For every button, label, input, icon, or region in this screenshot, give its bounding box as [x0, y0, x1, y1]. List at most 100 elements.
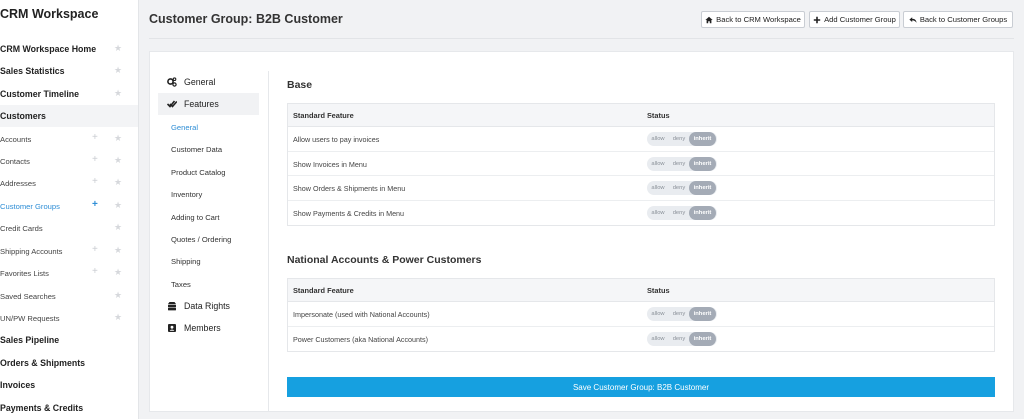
star-icon[interactable]: ★	[114, 133, 122, 144]
sidebar-item-customers[interactable]: Customers	[0, 105, 138, 127]
toggle-allow[interactable]: allow	[647, 336, 669, 342]
status-toggle: allow deny inherit	[647, 307, 717, 321]
nav-data-rights[interactable]: Data Rights	[158, 295, 259, 317]
feature-name: Show Orders & Shipments in Menu	[293, 184, 406, 193]
plus-icon[interactable]: +	[92, 154, 98, 165]
nav-sub-general[interactable]: General	[171, 116, 198, 138]
star-icon[interactable]: ★	[114, 65, 122, 76]
sidebar-item-sales-statistics[interactable]: Sales Statistics ★	[0, 60, 138, 82]
plus-icon[interactable]: +	[92, 266, 98, 277]
table-header: Standard Feature Status	[288, 104, 994, 127]
star-icon[interactable]: ★	[114, 290, 122, 301]
nav-sub-product-catalog[interactable]: Product Catalog	[171, 161, 225, 183]
toggle-allow[interactable]: allow	[647, 136, 669, 142]
sidebar-item-customer-timeline[interactable]: Customer Timeline ★	[0, 83, 138, 105]
nav-divider	[268, 71, 269, 412]
toggle-inherit[interactable]: inherit	[689, 331, 716, 346]
sidebar-item-invoices[interactable]: Invoices	[0, 374, 138, 396]
sidebar-item-label: Addresses	[0, 178, 36, 188]
sidebar-item-label: Shipping Accounts	[0, 246, 63, 256]
sidebar-item-accounts[interactable]: Accounts + ★	[0, 128, 138, 150]
table-header: Standard Feature Status	[288, 279, 994, 302]
feature-name: Allow users to pay invoices	[293, 135, 380, 144]
nav-sub-quotes-ordering[interactable]: Quotes / Ordering	[171, 228, 231, 250]
status-toggle: allow deny inherit	[647, 331, 717, 346]
nav-label: Members	[184, 323, 221, 333]
toggle-allow[interactable]: allow	[647, 210, 669, 216]
star-icon[interactable]: ★	[114, 245, 122, 256]
save-customer-group-button[interactable]: Save Customer Group: B2B Customer	[287, 377, 995, 397]
plus-icon[interactable]: +	[92, 132, 98, 143]
add-customer-group-button[interactable]: Add Customer Group	[809, 11, 900, 28]
sidebar-item-label: Accounts	[0, 134, 32, 144]
back-to-crm-workspace-button[interactable]: Back to CRM Workspace	[701, 11, 805, 28]
sidebar-item-crm-workspace-home[interactable]: CRM Workspace Home ★	[0, 38, 138, 60]
star-icon[interactable]: ★	[114, 177, 122, 188]
nav-sub-taxes[interactable]: Taxes	[171, 273, 191, 295]
sidebar-item-customer-groups[interactable]: Customer Groups + ★	[0, 195, 138, 217]
feature-name: Show Invoices in Menu	[293, 159, 367, 169]
sidebar-item-label: CRM Workspace Home	[0, 44, 97, 54]
sidebar-item-label: Saved Searches	[0, 291, 56, 301]
toggle-deny[interactable]: deny	[669, 210, 689, 216]
toggle-deny[interactable]: deny	[669, 185, 689, 191]
check-double-icon	[167, 99, 177, 109]
feature-name: Show Payments & Credits in Menu	[293, 208, 405, 218]
star-icon[interactable]: ★	[114, 43, 122, 54]
sidebar-item-orders-shipments[interactable]: Orders & Shipments	[0, 352, 138, 374]
table-row: Impersonate (used with National Accounts…	[288, 302, 994, 327]
nav-sub-inventory[interactable]: Inventory	[171, 183, 202, 205]
toggle-inherit[interactable]: inherit	[689, 205, 716, 220]
sidebar-item-contacts[interactable]: Contacts + ★	[0, 150, 138, 172]
page-title: Customer Group: B2B Customer	[149, 12, 343, 26]
column-header-feature: Standard Feature	[293, 286, 354, 295]
star-icon[interactable]: ★	[114, 312, 122, 323]
button-label: Back to CRM Workspace	[716, 15, 801, 24]
plus-icon[interactable]: +	[92, 244, 98, 255]
nav-sub-adding-to-cart[interactable]: Adding to Cart	[171, 206, 220, 228]
id-card-icon	[167, 323, 177, 333]
sidebar-item-favorites-lists[interactable]: Favorites Lists + ★	[0, 262, 138, 284]
sidebar-item-label: Favorites Lists	[0, 268, 49, 278]
nav-features[interactable]: Features	[158, 93, 259, 115]
toggle-deny[interactable]: deny	[669, 336, 689, 342]
star-icon[interactable]: ★	[114, 155, 122, 166]
header-divider	[149, 38, 1014, 39]
sidebar-item-shipping-accounts[interactable]: Shipping Accounts + ★	[0, 240, 138, 262]
star-icon[interactable]: ★	[114, 267, 122, 278]
sidebar-item-unpw-requests[interactable]: UN/PW Requests ★	[0, 307, 138, 329]
sidebar-item-label: Sales Pipeline	[0, 335, 60, 345]
sidebar-item-addresses[interactable]: Addresses + ★	[0, 172, 138, 194]
star-icon[interactable]: ★	[114, 88, 122, 99]
sidebar-item-credit-cards[interactable]: Credit Cards ★	[0, 217, 138, 239]
sidebar-item-label: Payments & Credits	[0, 403, 84, 413]
nav-sub-customer-data[interactable]: Customer Data	[171, 138, 222, 160]
toggle-inherit[interactable]: inherit	[689, 307, 716, 321]
star-icon[interactable]: ★	[114, 222, 122, 233]
plus-icon[interactable]: +	[92, 176, 98, 187]
nav-general[interactable]: General	[158, 71, 259, 93]
toggle-deny[interactable]: deny	[669, 311, 689, 317]
toggle-inherit[interactable]: inherit	[689, 156, 716, 171]
button-label: Back to Customer Groups	[919, 15, 1008, 24]
sidebar-title: CRM Workspace	[0, 7, 99, 21]
sidebar-item-payments-credits[interactable]: Payments & Credits	[0, 397, 138, 419]
toggle-inherit[interactable]: inherit	[689, 181, 716, 195]
cogs-icon	[167, 77, 177, 87]
button-label: Add Customer Group	[824, 15, 896, 24]
toggle-deny[interactable]: deny	[669, 136, 689, 142]
sidebar-item-sales-pipeline[interactable]: Sales Pipeline	[0, 329, 138, 351]
toggle-inherit[interactable]: inherit	[689, 132, 716, 146]
nav-members[interactable]: Members	[158, 317, 259, 339]
sidebar-item-saved-searches[interactable]: Saved Searches ★	[0, 285, 138, 307]
toggle-allow[interactable]: allow	[647, 311, 669, 317]
toggle-deny[interactable]: deny	[669, 161, 689, 167]
nav-sub-shipping[interactable]: Shipping	[171, 250, 201, 272]
toggle-allow[interactable]: allow	[647, 161, 669, 167]
column-header-status: Status	[647, 286, 670, 295]
plus-icon[interactable]: +	[92, 199, 98, 210]
star-icon[interactable]: ★	[114, 200, 122, 211]
table-row: Allow users to pay invoices allow deny inh…	[288, 127, 994, 152]
back-to-customer-groups-button[interactable]: Back to Customer Groups	[903, 11, 1013, 28]
toggle-allow[interactable]: allow	[647, 185, 669, 191]
